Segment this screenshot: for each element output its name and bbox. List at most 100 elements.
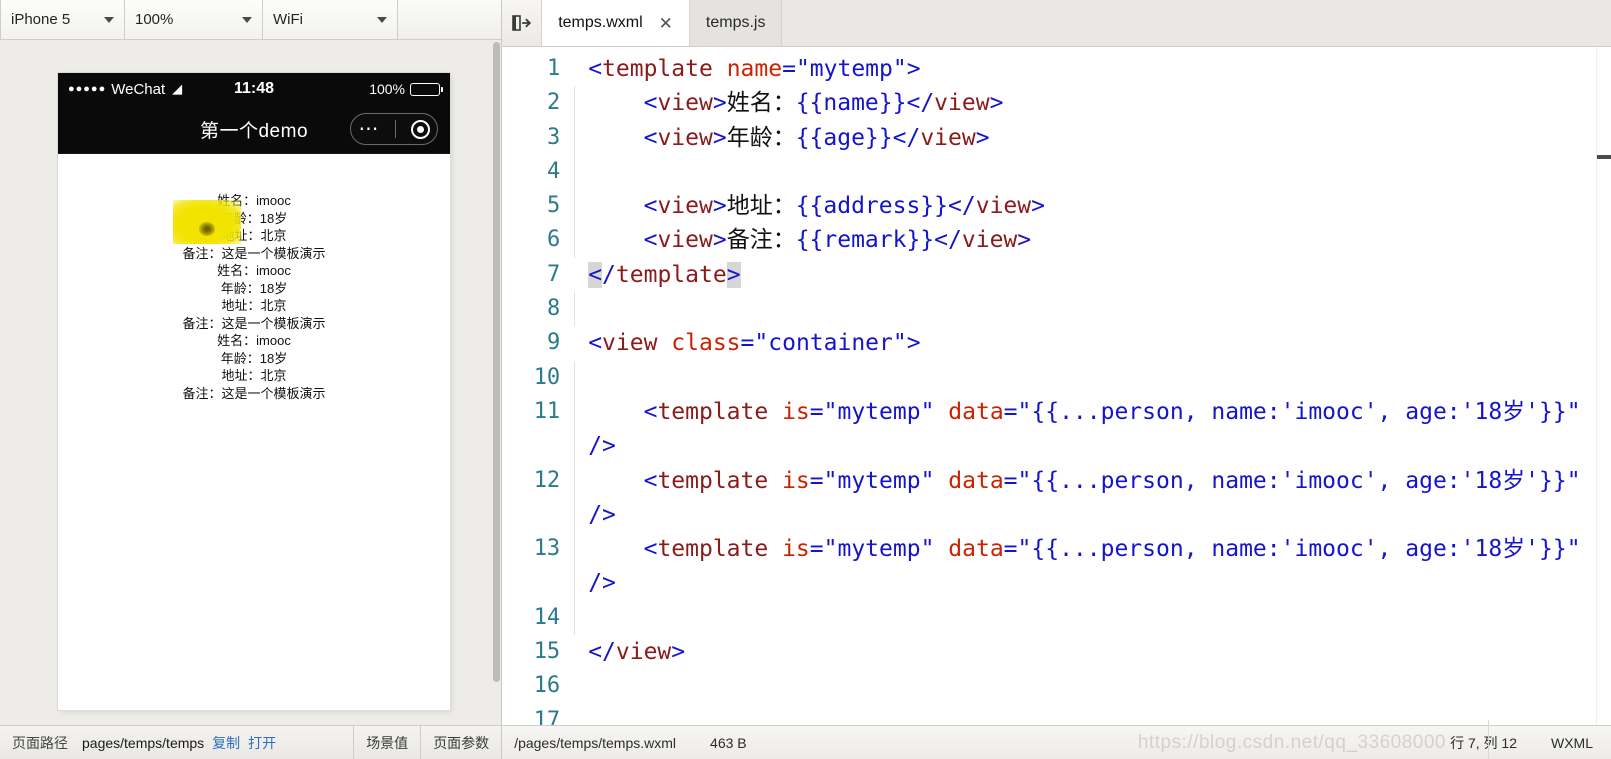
code-token: view (657, 124, 713, 151)
render-line: 年龄：18岁 (220, 210, 288, 226)
page-params-button[interactable]: 页面参数 (421, 726, 501, 759)
line-number: 5 (546, 193, 561, 219)
editor-footer: /pages/temps/temps.wxml 463 B https://bl… (502, 720, 1611, 759)
signal-dots-icon: ●●●●● (68, 82, 107, 95)
tab-temps-js[interactable]: temps.js (689, 0, 783, 46)
network-select[interactable]: WiFi (263, 0, 398, 39)
code-scroll-area[interactable]: 1 <template name="mytemp"> 2 <view>姓名：{{na… (502, 47, 1596, 725)
code-token: class (671, 330, 741, 357)
code-token: is (782, 467, 810, 494)
code-token: > (671, 639, 686, 666)
target-circle-icon[interactable] (410, 119, 430, 139)
battery-icon (410, 82, 443, 96)
code-line[interactable]: 8 (502, 292, 1596, 327)
code-line-text[interactable]: <view>年龄：{{age}}</view> (574, 120, 1596, 155)
line-number: 4 (546, 158, 561, 184)
code-line[interactable]: 5 <view>地址：{{address}}</view> (502, 189, 1596, 224)
line-number: 6 (546, 227, 561, 253)
code-line[interactable]: 6 <view>备注：{{remark}}</view> (502, 223, 1596, 258)
cursor-position-label[interactable]: 行 7, 列 12 (1450, 733, 1517, 753)
code-line-text[interactable]: <view>姓名：{{name}}</view> (574, 86, 1596, 121)
editor-scrollbar[interactable] (1596, 47, 1611, 725)
code-token: view (657, 90, 713, 117)
line-number: 13 (533, 536, 561, 562)
simulator-scrollbar[interactable] (492, 40, 502, 725)
copy-path-link[interactable]: 复制 (212, 733, 240, 753)
code-editor[interactable]: 1 <template name="mytemp"> 2 <view>姓名：{{na… (502, 47, 1611, 725)
scene-value-button[interactable]: 场景值 (354, 726, 420, 759)
wechat-devtools-window: iPhone 5 100% WiFi ●●●●● WeChat ◢ 11:48 … (0, 0, 1611, 759)
code-line[interactable]: 4 (502, 154, 1596, 190)
code-line-text[interactable] (574, 704, 1596, 725)
tab-temps-wxml[interactable]: temps.wxml ✕ (542, 0, 690, 46)
code-line-text[interactable]: <template name="mytemp"> (574, 52, 1596, 86)
code-line[interactable]: 3 <view>年龄：{{age}}</view> (502, 120, 1596, 155)
code-token: view (615, 639, 672, 666)
code-token: view (961, 227, 1018, 254)
device-select-label: iPhone 5 (11, 11, 71, 28)
zoom-select[interactable]: 100% (125, 0, 263, 39)
code-token: "{{...person, name:'imooc', age:'18岁'}}" (1017, 398, 1581, 425)
file-size-label: 463 B (710, 734, 747, 751)
editor-scrollbar-thumb[interactable] (1597, 155, 1611, 159)
code-line[interactable]: 2 <view>姓名：{{name}}</view> (502, 86, 1596, 121)
code-token: > (906, 56, 921, 82)
open-path-link[interactable]: 打开 (248, 733, 276, 753)
code-line[interactable]: 1 <template name="mytemp"> (502, 52, 1596, 86)
code-line-text[interactable]: <view>备注：{{remark}}</view> (574, 223, 1596, 258)
code-line-text[interactable]: <view class="container"> (574, 326, 1596, 360)
simulator-scrollbar-thumb[interactable] (493, 42, 501, 682)
code-line[interactable]: 13 <template is="mytemp" data="{{...pers… (502, 532, 1596, 601)
code-line[interactable]: 12 <template is="mytemp" data="{{...pers… (502, 463, 1596, 533)
code-token: </ (588, 639, 616, 666)
code-token: "container" (754, 330, 907, 357)
code-line[interactable]: 16 (502, 669, 1596, 703)
simulator-panel: iPhone 5 100% WiFi ●●●●● WeChat ◢ 11:48 … (0, 0, 503, 759)
code-token: /> (588, 570, 616, 597)
simulator-toolbar: iPhone 5 100% WiFi (0, 0, 502, 40)
line-number: 14 (533, 604, 561, 630)
network-select-label: WiFi (273, 11, 303, 28)
code-line-text[interactable]: <template is="mytemp" data="{{...person,… (574, 463, 1596, 533)
line-number: 8 (546, 296, 561, 322)
code-token: 姓名： (726, 90, 796, 117)
code-token: data (948, 398, 1004, 425)
zoom-select-label: 100% (135, 11, 174, 28)
code-line-text[interactable] (574, 154, 1596, 190)
carrier-label: WeChat (111, 80, 166, 98)
code-line-text[interactable]: <template is="mytemp" data="{{...person,… (574, 532, 1596, 601)
code-token: = (809, 398, 824, 425)
code-line-text[interactable]: </template> (574, 258, 1596, 292)
phone-page-title: 第一个demo (199, 120, 309, 142)
code-line-text[interactable]: <template is="mytemp" data="{{...person,… (574, 394, 1596, 464)
code-content[interactable]: 1 <template name="mytemp"> 2 <view>姓名：{{na… (502, 47, 1596, 725)
page-path-value: pages/temps/temps (82, 734, 205, 751)
capsule-menu[interactable]: ⋯ (350, 113, 438, 145)
panel-toggle-icon[interactable] (502, 0, 543, 46)
line-number: 16 (533, 673, 561, 699)
code-line[interactable]: 7 </template> (502, 258, 1596, 292)
code-line-text[interactable] (574, 360, 1596, 395)
code-line-text[interactable] (574, 669, 1596, 703)
phone-nav-bar: 第一个demo ⋯ (58, 105, 450, 154)
code-line-text[interactable]: <view>地址：{{address}}</view> (574, 189, 1596, 224)
code-token: 年龄： (726, 124, 796, 151)
code-line-text[interactable] (574, 292, 1596, 327)
code-line[interactable]: 11 <template is="mytemp" data="{{...pers… (502, 394, 1596, 464)
code-line[interactable]: 15 </view> (502, 635, 1596, 669)
code-line[interactable]: 9 <view class="container"> (502, 326, 1596, 360)
code-line-text[interactable] (574, 600, 1596, 636)
code-line[interactable]: 14 (502, 600, 1596, 636)
close-icon[interactable]: ✕ (659, 15, 673, 32)
code-line-text[interactable]: </view> (574, 635, 1596, 669)
code-line[interactable]: 10 (502, 360, 1596, 395)
code-token: > (1017, 227, 1032, 254)
code-token: template (602, 56, 713, 82)
scene-value-label: 场景值 (366, 734, 409, 751)
code-token: is (782, 536, 810, 563)
device-select[interactable]: iPhone 5 (0, 0, 125, 39)
language-mode-label[interactable]: WXML (1551, 735, 1593, 751)
code-line[interactable]: 17 (502, 704, 1596, 725)
code-token: > (1031, 193, 1045, 220)
